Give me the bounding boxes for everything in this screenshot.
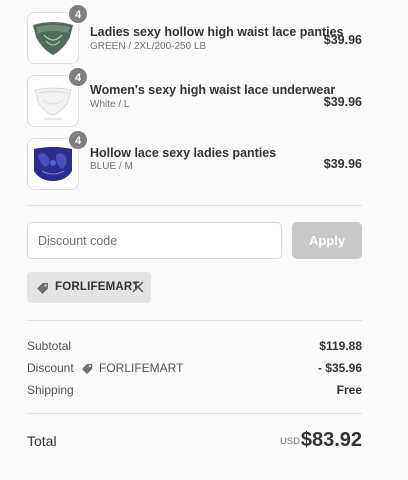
product-name: Women's sexy high waist lace underwear [90,83,336,97]
product-image [30,141,76,187]
divider [27,320,362,321]
quantity-badge: 4 [68,130,88,150]
discount-code-input[interactable] [27,222,282,259]
total-value: $83.92 [300,429,362,451]
product-variant: BLUE / M [90,161,133,172]
quantity-badge: 4 [68,67,88,87]
applied-discount-tag: FORLIFEMART [27,272,151,303]
line-item: 4 Women's sexy high waist lace underwear… [27,67,362,127]
product-name: Ladies sexy hollow high waist lace panti… [90,25,344,39]
product-variant: GREEN / 2XL/200-250 LB [90,41,207,52]
product-name: Hollow lace sexy ladies panties [90,146,277,160]
tag-icon [81,363,93,375]
subtotal-label: Subtotal [27,339,72,353]
product-image [30,78,76,124]
subtotal-value: $119.88 [319,339,362,353]
product-variant: White / L [90,99,130,110]
tag-icon [37,283,48,294]
product-image [30,15,76,61]
product-thumbnail: 4 [27,4,88,64]
apply-button[interactable]: Apply [292,222,362,259]
divider [27,413,362,414]
discount-code-label: FORLIFEMART [55,281,140,293]
discount-value: - $35.96 [317,361,362,375]
product-price: $39.96 [323,95,362,109]
line-item: 4 Hollow lace sexy ladies panties BLUE /… [27,130,362,190]
line-item: 4 Ladies sexy hollow high waist lace pan… [27,4,362,64]
discount-label: Discount [27,361,74,375]
divider [27,205,362,206]
quantity-badge: 4 [68,4,88,24]
product-price: $39.96 [323,33,362,47]
shipping-label: Shipping [27,383,74,397]
discount-code-name: FORLIFEMART [99,361,184,375]
product-price: $39.96 [323,157,362,171]
shipping-value: Free [336,383,362,397]
product-thumbnail: 4 [27,67,88,127]
product-thumbnail: 4 [27,130,88,190]
currency-code: USD [279,436,300,447]
total-label: Total [27,433,57,449]
close-icon[interactable] [131,280,145,294]
